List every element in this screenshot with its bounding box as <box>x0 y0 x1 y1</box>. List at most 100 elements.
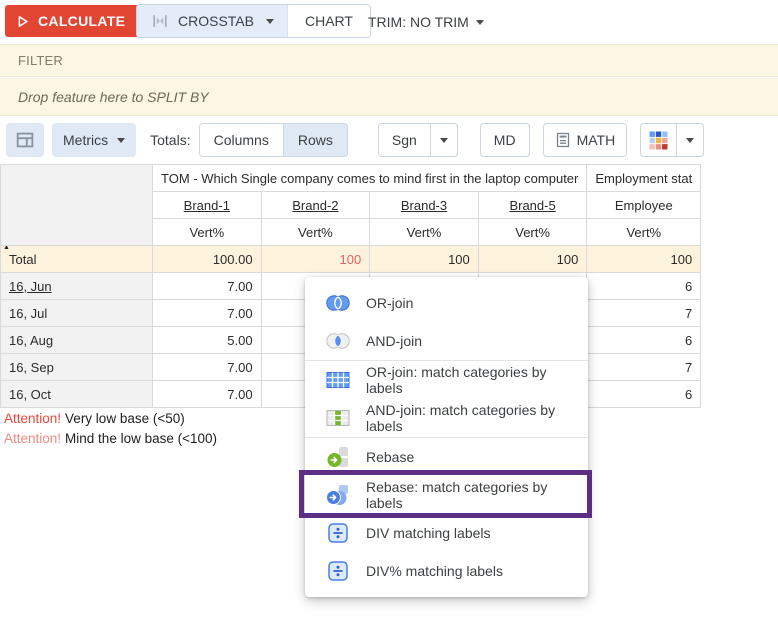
cell: 7 <box>587 300 701 327</box>
menu-item-rebase-match-labels[interactable]: Rebase: match categories by labels <box>305 476 588 514</box>
chevron-down-icon <box>476 20 484 25</box>
table-row-total: ▲ Total 100.00 100 100 100 100 <box>1 246 701 273</box>
cell: 5.00 <box>153 327 262 354</box>
total-label: Total <box>9 252 36 267</box>
warning-text: Very low base (<50) <box>65 411 185 426</box>
sort-ascending-icon: ▲ <box>3 246 10 253</box>
cell: 100 <box>587 246 701 273</box>
sgn-split-button: Sgn <box>378 123 458 157</box>
warning-very-low-base: Attention!Very low base (<50) <box>4 409 217 429</box>
sgn-label: Sgn <box>392 132 417 148</box>
menu-item-rebase[interactable]: Rebase <box>305 438 588 476</box>
sgn-button[interactable]: Sgn <box>379 124 430 156</box>
chevron-down-icon <box>440 138 448 143</box>
row-label[interactable]: 16, Jun <box>1 273 153 300</box>
split-by-placeholder: Drop feature here to SPLIT BY <box>18 89 209 105</box>
heatmap-button[interactable] <box>641 124 676 156</box>
chevron-down-icon <box>686 138 694 143</box>
menu-item-div-percent-matching-labels[interactable]: DIV% matching labels <box>305 552 588 590</box>
div-icon <box>325 523 351 543</box>
layout-table-button[interactable] <box>6 123 44 157</box>
view-switch-group: CROSSTAB CHART <box>136 4 371 38</box>
heatmap-split-button <box>640 123 704 157</box>
menu-item-div-matching-labels[interactable]: DIV matching labels <box>305 514 588 552</box>
table-layout-icon <box>14 129 36 151</box>
cell: 7.00 <box>153 354 262 381</box>
cell-low-base: 100 <box>261 246 370 273</box>
column-header-brand-5[interactable]: Brand-5 <box>478 192 587 219</box>
cell: 100.00 <box>153 246 262 273</box>
rebase-icon <box>325 446 351 468</box>
cell: 7.00 <box>153 300 262 327</box>
table-corner-cell <box>1 165 153 246</box>
menu-item-and-join[interactable]: AND-join <box>305 322 588 360</box>
or-join-venn-icon <box>325 294 351 312</box>
menu-item-label: AND-join <box>366 333 422 349</box>
group-header-employment: Employment stat <box>587 165 701 192</box>
math-button[interactable]: MATH <box>543 123 628 157</box>
calculate-button[interactable]: CALCULATE <box>5 5 139 37</box>
calculator-icon <box>555 132 571 148</box>
cell: 100 <box>370 246 479 273</box>
md-label: MD <box>494 132 516 148</box>
menu-item-label: DIV% matching labels <box>366 563 503 579</box>
warning-text: Mind the low base (<100) <box>65 431 217 446</box>
row-label[interactable]: 16, Aug <box>1 327 153 354</box>
heatmap-icon <box>649 131 668 150</box>
row-label-total[interactable]: ▲ Total <box>1 246 153 273</box>
totals-rows-button[interactable]: Rows <box>283 124 347 156</box>
base-warnings: Attention!Very low base (<50) Attention!… <box>4 409 217 449</box>
menu-item-label: OR-join <box>366 295 413 311</box>
column-header-employee[interactable]: Employee <box>587 192 701 219</box>
chart-view-button[interactable]: CHART <box>287 5 370 37</box>
metric-label: Vert% <box>587 219 701 246</box>
cell: 6 <box>587 273 701 300</box>
group-header-tom: TOM - Which Single company comes to mind… <box>153 165 587 192</box>
column-header-brand-2[interactable]: Brand-2 <box>261 192 370 219</box>
row-label[interactable]: 16, Jul <box>1 300 153 327</box>
math-label: MATH <box>577 132 616 148</box>
menu-item-and-join-match-labels[interactable]: AND-join: match categories by labels <box>305 399 588 437</box>
top-toolbar: CALCULATE CROSSTAB CHART TRIM: NO TRIM <box>0 0 778 44</box>
or-join-table-icon <box>325 371 351 389</box>
rebase-match-icon <box>325 484 351 506</box>
trim-dropdown[interactable]: TRIM: NO TRIM <box>368 0 484 44</box>
menu-item-label: AND-join: match categories by labels <box>366 402 576 434</box>
menu-item-or-join-match-labels[interactable]: OR-join: match categories by labels <box>305 361 588 399</box>
and-join-table-icon <box>325 409 351 427</box>
div-percent-icon <box>325 561 351 581</box>
filter-drop-zone[interactable]: FILTER <box>0 44 778 77</box>
row-label[interactable]: 16, Oct <box>1 381 153 408</box>
menu-item-label: DIV matching labels <box>366 525 491 541</box>
join-context-menu: OR-join AND-join OR-join: match categori… <box>305 277 588 597</box>
play-icon <box>15 14 30 29</box>
heatmap-dropdown-arrow[interactable] <box>676 124 703 156</box>
row-label[interactable]: 16, Sep <box>1 354 153 381</box>
menu-item-label: Rebase: match categories by labels <box>366 479 576 511</box>
chevron-down-icon <box>117 138 125 143</box>
cell: 100 <box>478 246 587 273</box>
columns-label: Columns <box>214 132 269 148</box>
column-header-brand-3[interactable]: Brand-3 <box>370 192 479 219</box>
totals-toggle-group: Columns Rows <box>199 123 348 157</box>
sgn-dropdown-arrow[interactable] <box>430 124 457 156</box>
md-button[interactable]: MD <box>480 123 530 157</box>
split-by-drop-zone[interactable]: Drop feature here to SPLIT BY <box>0 78 778 116</box>
crosstab-view-button[interactable]: CROSSTAB <box>137 5 287 37</box>
menu-item-label: Rebase <box>366 449 414 465</box>
cell: 7 <box>587 354 701 381</box>
cell: 7.00 <box>153 381 262 408</box>
crosstab-label: CROSSTAB <box>178 13 254 29</box>
warning-low-base: Attention!Mind the low base (<100) <box>4 429 217 449</box>
calculate-label: CALCULATE <box>38 13 125 29</box>
cell: 6 <box>587 327 701 354</box>
totals-columns-button[interactable]: Columns <box>200 124 283 156</box>
metrics-dropdown[interactable]: Metrics <box>52 123 136 157</box>
column-header-brand-1[interactable]: Brand-1 <box>153 192 262 219</box>
metric-label: Vert% <box>478 219 587 246</box>
menu-item-or-join[interactable]: OR-join <box>305 284 588 322</box>
cell: 6 <box>587 381 701 408</box>
totals-label: Totals: <box>150 132 190 148</box>
metric-label: Vert% <box>261 219 370 246</box>
trim-label: TRIM: NO TRIM <box>368 14 469 30</box>
